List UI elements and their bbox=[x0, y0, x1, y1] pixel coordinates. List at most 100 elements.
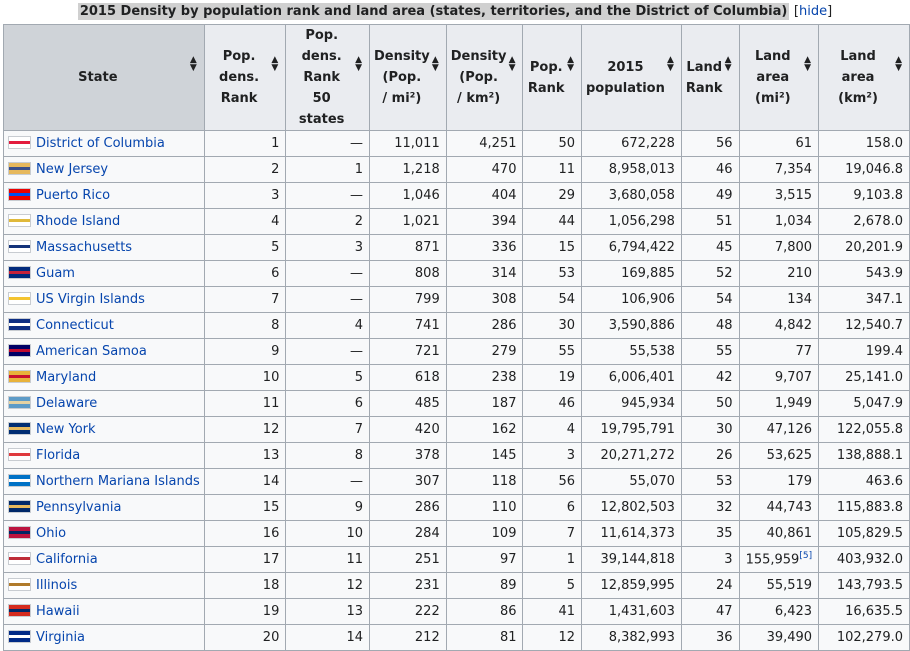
cell-value: 187 bbox=[491, 396, 517, 411]
column-header-state[interactable]: State ▲ ▼ bbox=[3, 24, 205, 131]
column-header-pop-rank[interactable]: Pop. Rank ▲ ▼ bbox=[522, 24, 582, 131]
cell-value: 3 bbox=[271, 188, 280, 203]
land-area-mi-cell: 77 bbox=[738, 338, 820, 365]
column-header-population-2015[interactable]: 2015 population ▲ ▼ bbox=[580, 24, 682, 131]
state-cell: Pennsylvania bbox=[3, 494, 205, 521]
cell-value: 86 bbox=[499, 604, 517, 619]
state-link[interactable]: District of Columbia bbox=[36, 136, 165, 151]
column-header-label: Land area (km²) bbox=[823, 46, 905, 109]
land-area-mi-cell: 7,354 bbox=[738, 156, 820, 183]
state-link[interactable]: Northern Mariana Islands bbox=[36, 474, 200, 489]
column-header-pop-dens-rank-50[interactable]: Pop. dens. Rank 50 states ▲ ▼ bbox=[285, 24, 370, 131]
cell-value: 404 bbox=[491, 188, 517, 203]
cell-value: 5,047.9 bbox=[853, 396, 903, 411]
land-area-mi-cell: 179 bbox=[738, 468, 820, 495]
sort-arrows-icon[interactable]: ▲ ▼ bbox=[725, 56, 732, 73]
land-area-km-cell: 19,046.8 bbox=[818, 156, 910, 183]
density-mi-cell: 1,218 bbox=[368, 156, 447, 183]
land-area-km-cell: 115,883.8 bbox=[818, 494, 910, 521]
cell-value: 15 bbox=[558, 240, 575, 255]
cell-value: 231 bbox=[414, 578, 440, 593]
state-link[interactable]: Connecticut bbox=[36, 318, 114, 333]
rank-50-cell: 14 bbox=[285, 624, 370, 651]
cell-value: 13 bbox=[262, 448, 280, 463]
state-link[interactable]: Illinois bbox=[36, 578, 77, 593]
state-link[interactable]: Delaware bbox=[36, 396, 97, 411]
population-cell: 106,906 bbox=[580, 286, 682, 313]
state-link[interactable]: Guam bbox=[36, 266, 75, 281]
cell-value: 8,382,993 bbox=[608, 630, 675, 645]
land-rank-cell: 46 bbox=[680, 156, 740, 183]
sort-arrows-icon[interactable]: ▲ ▼ bbox=[567, 56, 574, 73]
state-link[interactable]: Puerto Rico bbox=[36, 188, 110, 203]
sort-arrows-icon[interactable]: ▲ ▼ bbox=[804, 56, 811, 73]
column-header-pop-dens-rank[interactable]: Pop. dens. Rank ▲ ▼ bbox=[203, 24, 287, 131]
pop-dens-rank-cell: 1 bbox=[203, 130, 287, 157]
state-link[interactable]: Pennsylvania bbox=[36, 500, 121, 515]
cell-value: 35 bbox=[716, 526, 733, 541]
sort-arrows-icon[interactable]: ▲ ▼ bbox=[190, 56, 197, 73]
state-link[interactable]: Florida bbox=[36, 448, 80, 463]
cell-value: 20,271,272 bbox=[600, 448, 675, 463]
rank-50-cell: — bbox=[285, 260, 370, 287]
density-mi-cell: 420 bbox=[368, 416, 447, 443]
population-cell: 12,859,995 bbox=[580, 572, 682, 599]
hide-toggle[interactable]: [hide] bbox=[794, 4, 832, 19]
pop-dens-rank-cell: 9 bbox=[203, 338, 287, 365]
state-link[interactable]: US Virgin Islands bbox=[36, 292, 145, 307]
cell-value: 11 bbox=[558, 162, 575, 177]
cell-value: 19 bbox=[262, 604, 280, 619]
state-link[interactable]: Massachusetts bbox=[36, 240, 132, 255]
pop-dens-rank-cell: 5 bbox=[203, 234, 287, 261]
sort-arrows-icon[interactable]: ▲ ▼ bbox=[667, 56, 674, 73]
table-row: New York 12 7 420 162 4 19,795,791 30 47,126 122,… bbox=[3, 416, 910, 443]
column-header-density-km[interactable]: Density (Pop. / km²) ▲ ▼ bbox=[445, 24, 524, 131]
rank-50-cell: 12 bbox=[285, 572, 370, 599]
sort-arrows-icon[interactable]: ▲ ▼ bbox=[895, 56, 902, 73]
sort-arrows-icon[interactable]: ▲ ▼ bbox=[509, 56, 516, 73]
state-link[interactable]: New Jersey bbox=[36, 162, 108, 177]
cell-value: 420 bbox=[414, 422, 440, 437]
column-header-land-rank[interactable]: Land Rank ▲ ▼ bbox=[680, 24, 740, 131]
table-row: District of Columbia 1 — 11,011 4,251 50 672,2… bbox=[3, 130, 910, 157]
population-cell: 55,538 bbox=[580, 338, 682, 365]
hide-link[interactable]: hide bbox=[799, 4, 827, 19]
cell-value: 3,680,058 bbox=[608, 188, 675, 203]
state-link[interactable]: California bbox=[36, 552, 98, 567]
reference-link[interactable]: [5] bbox=[799, 551, 812, 561]
state-link[interactable]: Virginia bbox=[36, 630, 85, 645]
state-link[interactable]: American Samoa bbox=[36, 344, 147, 359]
land-area-km-cell: 122,055.8 bbox=[818, 416, 910, 443]
column-header-land-area-mi[interactable]: Land area (mi²) ▲ ▼ bbox=[738, 24, 820, 131]
cell-value: 8 bbox=[354, 448, 363, 463]
density-km-cell: 308 bbox=[445, 286, 524, 313]
column-header-line: (Pop. bbox=[382, 70, 422, 85]
land-area-km-cell: 138,888.1 bbox=[818, 442, 910, 469]
population-cell: 12,802,503 bbox=[580, 494, 682, 521]
state-cell: New Jersey bbox=[3, 156, 205, 183]
column-header-density-mi[interactable]: Density (Pop. / mi²) ▲ ▼ bbox=[368, 24, 447, 131]
state-cell: New York bbox=[3, 416, 205, 443]
cell-value: 1,034 bbox=[774, 214, 813, 229]
cell-value: 672,228 bbox=[621, 136, 675, 151]
state-link[interactable]: Ohio bbox=[36, 526, 66, 541]
sort-arrows-icon[interactable]: ▲ ▼ bbox=[271, 56, 278, 73]
sort-arrows-icon[interactable]: ▲ ▼ bbox=[355, 56, 362, 73]
column-header-land-area-km[interactable]: Land area (km²) ▲ ▼ bbox=[818, 24, 910, 131]
massachusetts-flag-icon bbox=[8, 240, 31, 253]
state-link[interactable]: Maryland bbox=[36, 370, 96, 385]
ohio-flag-icon bbox=[8, 526, 31, 539]
state-link[interactable]: Rhode Island bbox=[36, 214, 120, 229]
florida-flag-icon bbox=[8, 448, 31, 461]
state-link[interactable]: Hawaii bbox=[36, 604, 80, 619]
cell-value: 1 bbox=[271, 136, 280, 151]
sort-arrows-icon[interactable]: ▲ ▼ bbox=[432, 56, 439, 73]
state-link[interactable]: New York bbox=[36, 422, 96, 437]
land-area-km-cell: 105,829.5 bbox=[818, 520, 910, 547]
land-area-km-cell: 199.4 bbox=[818, 338, 910, 365]
cell-value: 7,800 bbox=[774, 240, 813, 255]
pop-dens-rank-cell: 18 bbox=[203, 572, 287, 599]
land-rank-cell: 48 bbox=[680, 312, 740, 339]
cell-value: 50 bbox=[558, 136, 575, 151]
caption-title: 2015 Density by population rank and land… bbox=[77, 3, 790, 20]
